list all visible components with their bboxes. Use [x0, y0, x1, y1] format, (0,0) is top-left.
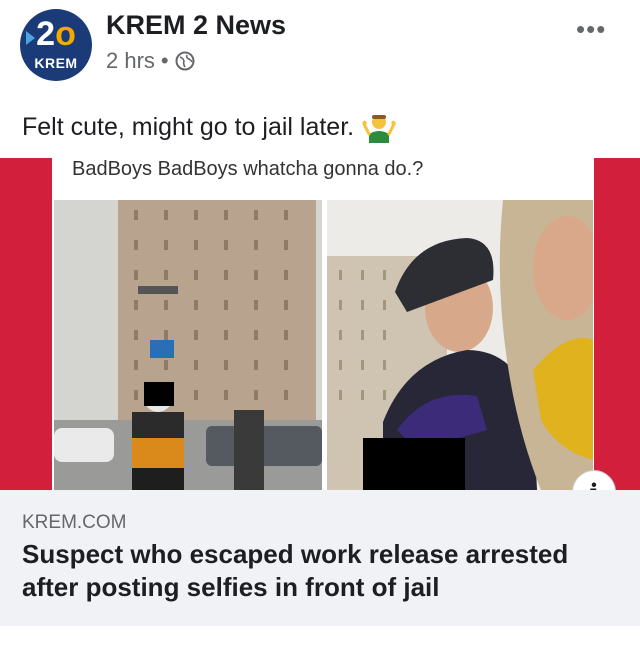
- page-avatar[interactable]: 2o KREM: [20, 9, 92, 81]
- red-border-right: [594, 158, 640, 490]
- censor-bar-right: [363, 438, 465, 490]
- selfie-photo: [327, 200, 593, 490]
- meta-separator: •: [160, 48, 169, 73]
- link-headline[interactable]: Suspect who escaped work release arreste…: [22, 538, 622, 604]
- page-name-link[interactable]: KREM 2 News: [106, 10, 286, 41]
- censor-bar-left: [144, 382, 174, 406]
- meme-text: BadBoys BadBoys whatcha gonna do.?: [72, 158, 424, 180]
- more-options-button[interactable]: •••: [576, 14, 606, 45]
- avatar-brand: KREM: [20, 55, 92, 71]
- link-preview[interactable]: KREM.COM Suspect who escaped work releas…: [0, 490, 640, 626]
- jail-building-photo: [54, 200, 322, 490]
- caption-text: Felt cute, might go to jail later.: [22, 112, 355, 141]
- person-shrugging-icon: [362, 115, 396, 143]
- avatar-number: 2o: [36, 15, 76, 53]
- red-border-left: [0, 158, 52, 490]
- post-meta: 2 hrs •: [106, 48, 195, 74]
- jail-building-illustration: [54, 200, 322, 490]
- post-header: 2o KREM KREM 2 News 2 hrs • •••: [0, 0, 640, 100]
- post-image[interactable]: BadBoys BadBoys whatcha gonna do.?: [0, 158, 640, 490]
- post-caption: Felt cute, might go to jail later.: [22, 110, 396, 144]
- post-timestamp[interactable]: 2 hrs: [106, 48, 155, 74]
- link-domain: KREM.COM: [22, 512, 127, 533]
- globe-icon: [175, 51, 195, 71]
